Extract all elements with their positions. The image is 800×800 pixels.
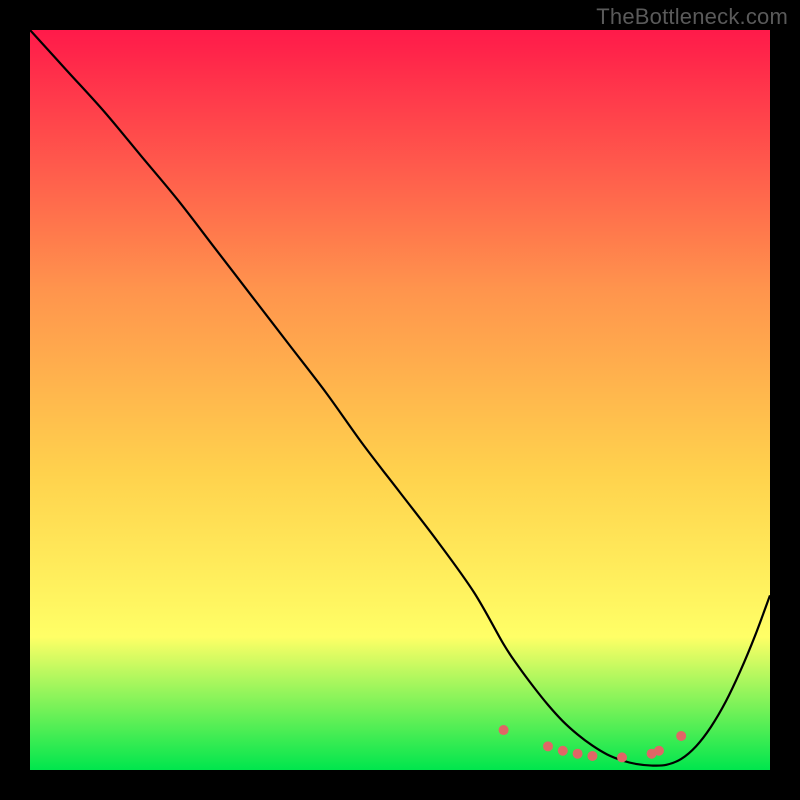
chart-plot-area (30, 30, 770, 770)
highlight-point (573, 749, 583, 759)
chart-frame: TheBottleneck.com (0, 0, 800, 800)
highlight-point (543, 741, 553, 751)
highlight-point (654, 746, 664, 756)
chart-svg (30, 30, 770, 770)
gradient-background (30, 30, 770, 770)
highlight-point (587, 751, 597, 761)
watermark-text: TheBottleneck.com (596, 4, 788, 30)
highlight-point (558, 746, 568, 756)
highlight-point (676, 731, 686, 741)
highlight-point (499, 725, 509, 735)
highlight-point (617, 752, 627, 762)
